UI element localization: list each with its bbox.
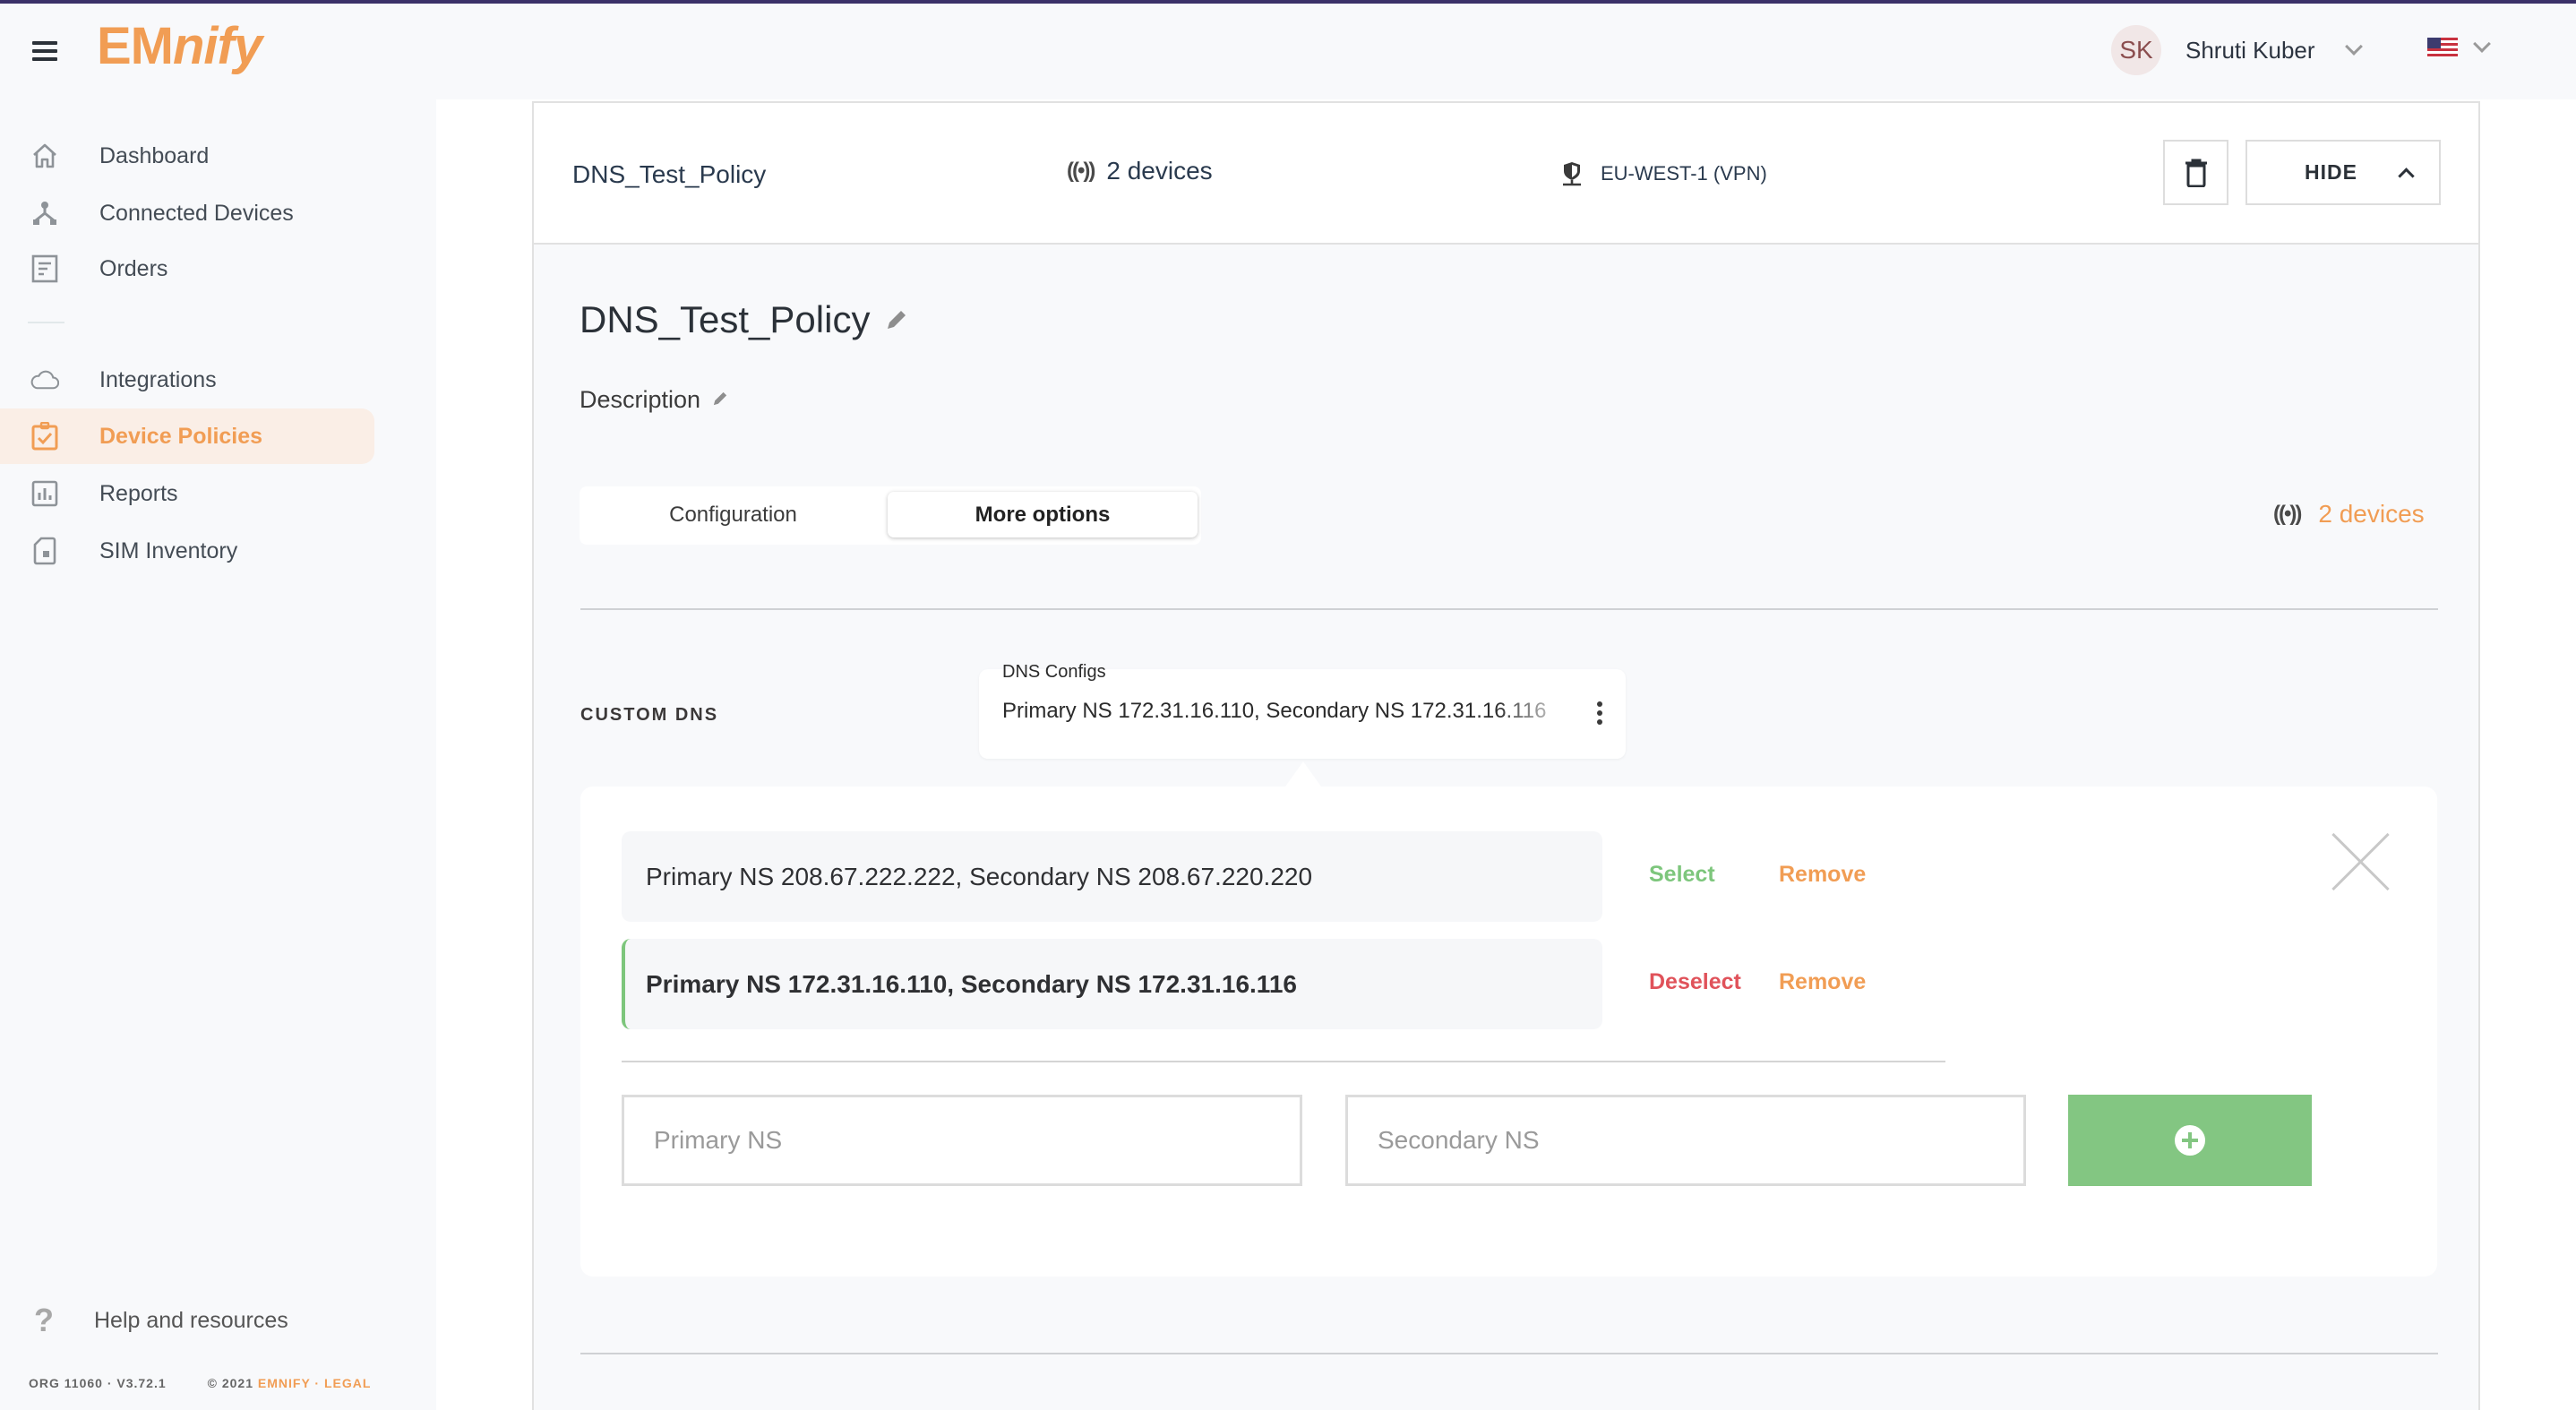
user-name: Shruti Kuber	[2185, 36, 2315, 64]
sidebar-item-sim-inventory[interactable]: SIM Inventory	[0, 523, 374, 579]
remove-button[interactable]: Remove	[1779, 969, 1866, 995]
user-menu[interactable]: SK Shruti Kuber	[2111, 25, 2363, 75]
chevron-down-icon	[2473, 35, 2491, 53]
secondary-ns-input[interactable]	[1345, 1095, 2026, 1186]
home-icon	[30, 142, 59, 170]
dns-configs-select[interactable]: DNS Configs Primary NS 172.31.16.110, Se…	[979, 662, 1626, 759]
sidebar-item-orders[interactable]: Orders	[0, 241, 374, 297]
primary-ns-input[interactable]	[622, 1095, 1302, 1186]
sidebar-item-dashboard[interactable]: Dashboard	[0, 128, 374, 184]
region-info: EU-WEST-1 (VPN)	[1559, 160, 1767, 187]
avatar: SK	[2111, 25, 2161, 75]
help-and-resources-link[interactable]: ? Help and resources	[0, 1298, 358, 1343]
sidebar-item-label: Connected Devices	[99, 200, 294, 226]
chevron-down-icon	[2344, 38, 2363, 56]
policy-title-text: DNS_Test_Policy	[580, 298, 871, 340]
legal-link[interactable]: LEGAL	[324, 1376, 371, 1390]
logo-text-italic: nify	[173, 17, 262, 75]
trash-icon	[2185, 159, 2207, 187]
copyright: © 2021 EMNIFY · LEGAL	[208, 1376, 372, 1390]
device-count: ((•)) 2 devices	[1067, 157, 1213, 185]
sidebar-item-device-policies[interactable]: Device Policies	[0, 408, 374, 464]
tab-more-options[interactable]: More options	[888, 492, 1198, 537]
remove-button[interactable]: Remove	[1779, 862, 1866, 888]
org-version: ORG 11060 · V3.72.1	[29, 1376, 167, 1390]
sidebar-item-label: Dashboard	[99, 142, 210, 168]
deselect-button[interactable]: Deselect	[1649, 969, 1741, 995]
vpn-shield-icon	[1563, 162, 1581, 186]
broadcast-icon: ((•))	[2273, 502, 2302, 526]
copyright-text: © 2021	[207, 1376, 253, 1390]
broadcast-icon: ((•))	[1067, 159, 1095, 183]
plus-circle-icon	[2175, 1125, 2205, 1156]
emnify-link[interactable]: EMNIFY	[258, 1376, 311, 1390]
policy-name: DNS_Test_Policy	[572, 160, 767, 188]
delete-policy-button[interactable]	[2163, 140, 2228, 205]
language-selector[interactable]	[2427, 35, 2491, 57]
edit-description-pencil-icon[interactable]	[711, 386, 729, 414]
kebab-menu-icon[interactable]	[1597, 701, 1604, 725]
region-text: EU-WEST-1 (VPN)	[1601, 162, 1767, 185]
emnify-logo[interactable]: EMnify	[97, 16, 262, 76]
devices-link[interactable]: ((•)) 2 devices	[2273, 500, 2425, 529]
hide-button[interactable]: HIDE	[2245, 140, 2441, 205]
chevron-up-icon	[2398, 168, 2415, 185]
footer-separator: ·	[314, 1376, 321, 1390]
dns-configs-label: DNS Configs	[1002, 662, 1106, 682]
device-count-text: 2 devices	[1106, 157, 1213, 185]
hide-label: HIDE	[2305, 160, 2357, 184]
dns-config-text: Primary NS 208.67.222.222, Secondary NS …	[646, 862, 1313, 890]
policy-tabs: Configuration More options	[580, 486, 1201, 545]
dns-configs-panel: Primary NS 208.67.222.222, Secondary NS …	[580, 787, 2437, 1277]
cloud-icon	[30, 365, 59, 394]
sidebar-item-label: Reports	[99, 480, 178, 506]
description-row: Description	[580, 386, 729, 414]
network-icon	[30, 199, 59, 228]
select-button[interactable]: Select	[1649, 862, 1715, 888]
sidebar-item-integrations[interactable]: Integrations	[0, 352, 374, 408]
sidebar-item-connected-devices[interactable]: Connected Devices	[0, 185, 374, 241]
custom-dns-label: CUSTOM DNS	[580, 705, 719, 725]
sim-card-icon	[30, 537, 59, 565]
menu-hamburger-icon[interactable]	[32, 41, 57, 61]
receipt-icon	[30, 254, 59, 283]
clipboard-check-icon	[30, 422, 59, 451]
window-top-border	[0, 0, 2576, 4]
policy-card: DNS_Test_Policy ((•)) 2 devices EU-WEST-…	[532, 101, 2480, 1410]
sidebar-item-reports[interactable]: Reports	[0, 466, 374, 521]
policy-title: DNS_Test_Policy	[580, 298, 909, 341]
sidebar-footer: ORG 11060 · V3.72.1 © 2021 EMNIFY · LEGA…	[29, 1376, 371, 1390]
us-flag-icon	[2427, 38, 2458, 57]
devices-link-text: 2 devices	[2318, 500, 2425, 528]
policy-card-header[interactable]: DNS_Test_Policy ((•)) 2 devices EU-WEST-…	[534, 103, 2478, 245]
logo-text: EM	[97, 17, 174, 75]
panel-divider	[622, 1061, 1945, 1062]
dns-configs-value: Primary NS 172.31.16.110, Secondary NS 1…	[1002, 699, 1547, 723]
add-dns-config-button[interactable]	[2068, 1095, 2312, 1186]
sidebar: Dashboard Connected Devices Orders Integ…	[0, 99, 436, 1410]
section-divider	[580, 1353, 2438, 1354]
description-label: Description	[580, 386, 701, 413]
sidebar-item-label: SIM Inventory	[99, 537, 238, 563]
sidebar-item-label: Device Policies	[99, 423, 263, 449]
sidebar-divider	[28, 322, 64, 323]
close-icon[interactable]	[2330, 831, 2391, 892]
edit-title-pencil-icon[interactable]	[884, 298, 909, 341]
help-label: Help and resources	[94, 1307, 288, 1333]
dns-config-item[interactable]: Primary NS 208.67.222.222, Secondary NS …	[622, 831, 1602, 922]
sidebar-item-label: Integrations	[99, 366, 217, 392]
dns-config-item-selected[interactable]: Primary NS 172.31.16.110, Secondary NS 1…	[622, 939, 1602, 1029]
tab-configuration[interactable]: Configuration	[580, 492, 887, 537]
bar-chart-icon	[30, 479, 59, 508]
question-mark-icon: ?	[34, 1302, 54, 1338]
section-divider	[580, 608, 2438, 610]
sidebar-item-label: Orders	[99, 255, 168, 281]
dns-config-text: Primary NS 172.31.16.110, Secondary NS 1…	[646, 969, 1297, 998]
dropdown-caret	[1285, 761, 1321, 787]
